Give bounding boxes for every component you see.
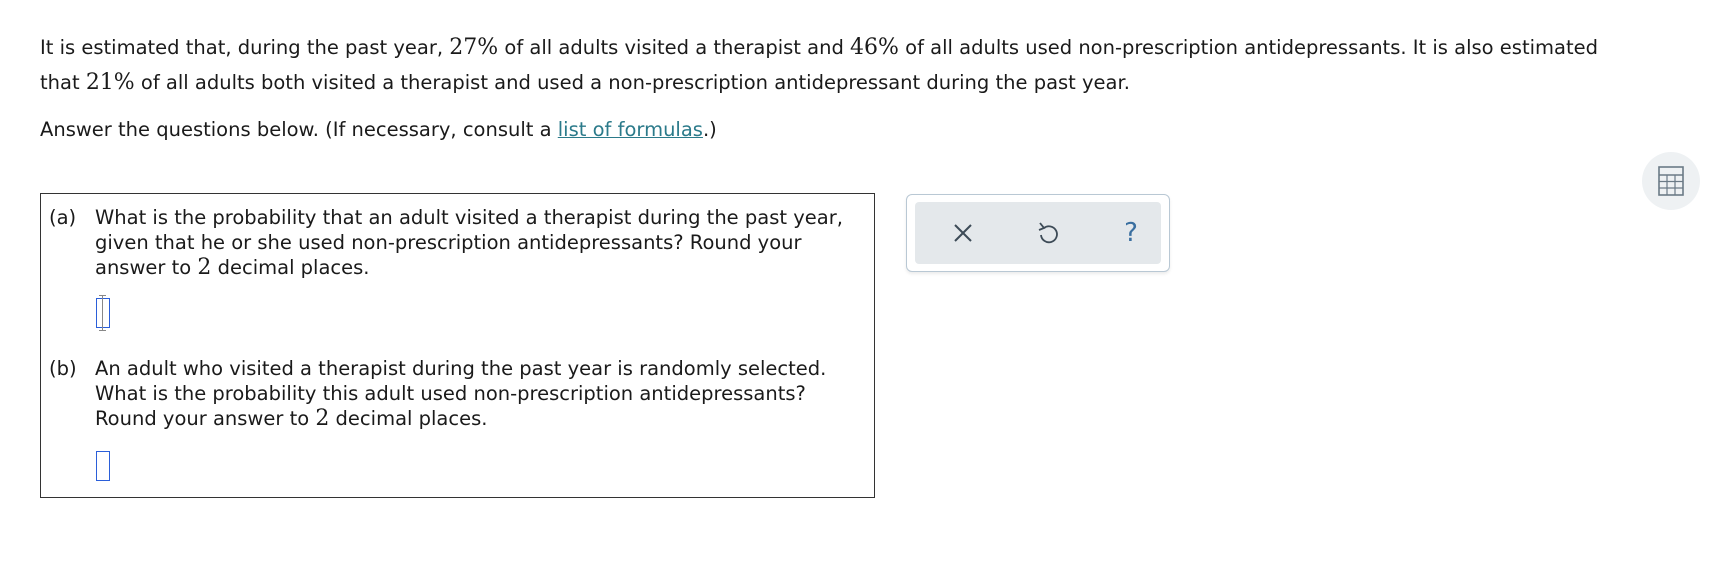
clear-button[interactable] xyxy=(945,215,981,251)
calculator-button[interactable] xyxy=(1642,152,1700,210)
part-a-label: (a) xyxy=(49,206,77,229)
intro-text: It is estimated that, during the past ye… xyxy=(40,36,450,59)
toolbar-panel: ? xyxy=(915,202,1161,264)
part-a-question: What is the probability that an adult vi… xyxy=(95,205,855,280)
calculator-icon xyxy=(1658,166,1684,196)
instructions-text: .) xyxy=(702,118,717,141)
part-b-answer-input[interactable] xyxy=(96,451,110,481)
answer-toolbar: ? xyxy=(906,194,1170,272)
instructions-text: Answer the questions below. (If necessar… xyxy=(40,118,558,141)
problem-sentence-2: that 21% of all adults both visited a th… xyxy=(40,65,1680,100)
help-button[interactable]: ? xyxy=(1113,215,1149,251)
question-text: decimal places. xyxy=(211,256,370,279)
intro-text: of all adults both visited a therapist a… xyxy=(134,71,1130,94)
decimal-places-value: 2 xyxy=(315,406,330,431)
therapist-percent: 27% xyxy=(449,35,499,60)
intro-text: that xyxy=(40,71,86,94)
undo-button[interactable] xyxy=(1030,215,1066,251)
problem-sentence-1: It is estimated that, during the past ye… xyxy=(40,30,1680,65)
answer-instructions: Answer the questions below. (If necessar… xyxy=(40,112,717,147)
part-b-question: An adult who visited a therapist during … xyxy=(95,356,855,431)
problem-statement: It is estimated that, during the past ye… xyxy=(40,30,1680,100)
antidepressant-percent: 46% xyxy=(850,35,899,60)
x-icon xyxy=(954,224,972,242)
question-text: decimal places. xyxy=(329,407,488,430)
part-b-label: (b) xyxy=(49,357,77,380)
both-percent: 21% xyxy=(85,70,135,95)
intro-text: of all adults used non-prescription anti… xyxy=(898,36,1598,59)
decimal-places-value: 2 xyxy=(197,255,212,280)
formulas-link[interactable]: list of formulas xyxy=(558,118,703,141)
intro-text: of all adults visited a therapist and xyxy=(498,36,851,59)
question-box: (a) What is the probability that an adul… xyxy=(40,193,875,498)
undo-icon xyxy=(1038,222,1058,244)
part-a-answer-input[interactable] xyxy=(96,295,110,331)
help-icon: ? xyxy=(1124,218,1138,248)
text-cursor-icon xyxy=(99,295,106,331)
